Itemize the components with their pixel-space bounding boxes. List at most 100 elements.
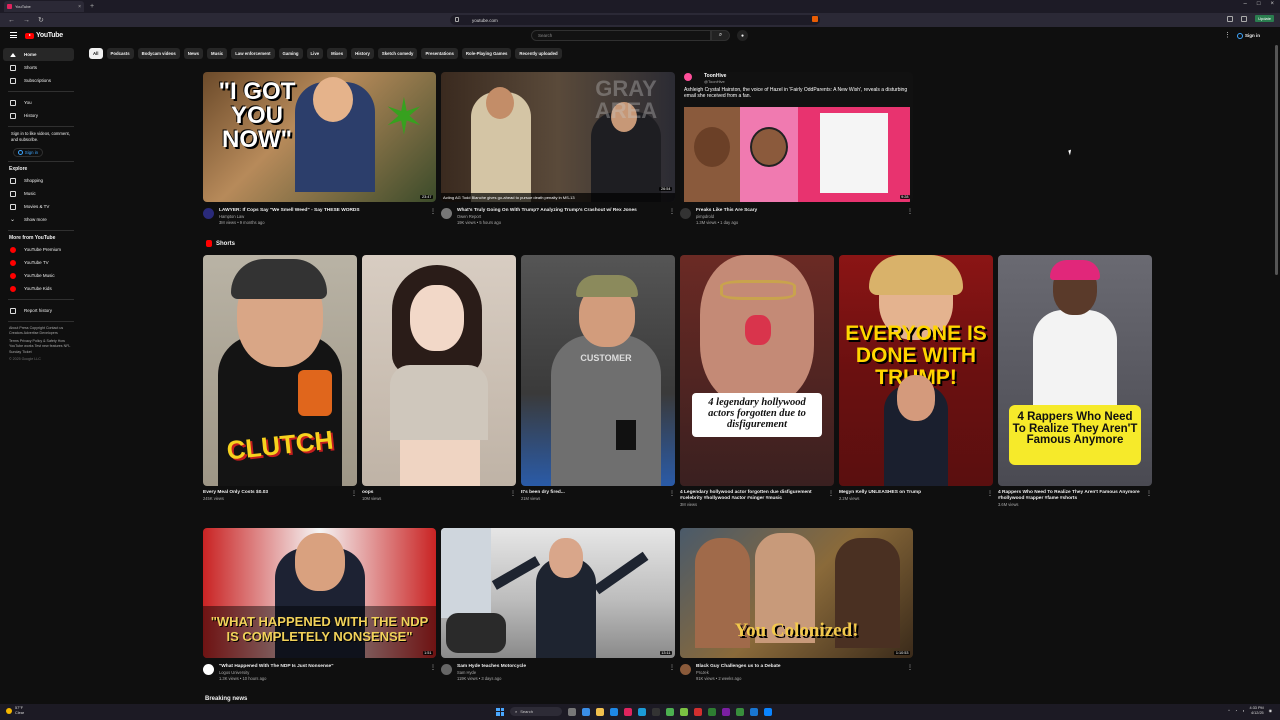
sidebar-item-report-history[interactable]: Report history (0, 304, 80, 317)
search-input[interactable]: Search (531, 30, 711, 41)
filter-chip[interactable]: Presentations (421, 48, 458, 59)
video-thumbnail[interactable]: "WHAT HAPPENED WITH THE NDP IS COMPLETEL… (203, 528, 436, 658)
app-icon[interactable] (582, 707, 590, 716)
short-thumbnail[interactable] (362, 255, 516, 486)
hamburger-menu-icon[interactable] (10, 32, 17, 40)
sidebar-item-shopping[interactable]: Shopping (0, 174, 80, 187)
short-card[interactable]: oops 10M views ⋮ (362, 255, 516, 502)
filter-chip[interactable]: History (351, 48, 374, 59)
file-explorer-icon[interactable] (596, 707, 604, 716)
filter-chip[interactable]: News (183, 48, 203, 59)
sidebar-toggle-icon[interactable] (1227, 15, 1234, 22)
close-window-icon[interactable]: × (1270, 1, 1274, 7)
app-icon[interactable] (708, 707, 716, 716)
filter-chip[interactable]: Role-Playing Games (461, 48, 512, 59)
short-title[interactable]: 4 Legendary hollywood actor forgotten du… (680, 490, 828, 502)
clock[interactable]: 4:33 PM 4/12/25 (1250, 706, 1264, 715)
short-card[interactable]: EVERYONE IS DONE WITH TRUMP! Megyn Kelly… (839, 255, 993, 502)
header-signin-button[interactable]: Sign in (1237, 31, 1260, 40)
chevron-up-icon[interactable]: ^ (1228, 709, 1230, 713)
video-menu-icon[interactable]: ⋮ (430, 208, 436, 225)
notification-icon[interactable]: ◉ (1269, 708, 1272, 713)
edge-icon[interactable] (610, 707, 618, 716)
channel-avatar[interactable] (203, 664, 214, 675)
page-scrollbar[interactable] (1275, 45, 1278, 275)
filter-chip[interactable]: Recently uploaded (515, 48, 562, 59)
settings-kebab-icon[interactable]: ⋮ (1224, 31, 1231, 39)
back-icon[interactable]: ← (8, 17, 15, 24)
sidebar-item-history[interactable]: History (0, 109, 80, 122)
short-title[interactable]: 4 Rappers Who Need To Realize They Aren'… (998, 490, 1146, 502)
short-thumbnail[interactable]: EVERYONE IS DONE WITH TRUMP! (839, 255, 993, 486)
video-menu-icon[interactable]: ⋮ (669, 208, 675, 225)
sidebar-item-you[interactable]: You (0, 96, 80, 109)
footer-links-1[interactable]: About Press Copyright Contact us Creator… (0, 326, 72, 337)
footer-links-2[interactable]: Terms Privacy Policy & Safety How YouTub… (0, 339, 72, 355)
video-menu-icon[interactable]: ⋮ (907, 664, 913, 681)
short-thumbnail[interactable]: CUSTOMER (521, 255, 675, 486)
channel-avatar[interactable] (680, 664, 691, 675)
site-info-icon[interactable] (455, 17, 459, 22)
app-icon[interactable] (736, 707, 744, 716)
channel-avatar[interactable] (203, 208, 214, 219)
short-card[interactable]: 4 Rappers Who Need To Realize They Aren'… (998, 255, 1152, 508)
volume-icon[interactable]: ◖ (1242, 709, 1244, 713)
new-tab-button[interactable]: + (90, 3, 94, 10)
video-menu-icon[interactable]: ⋮ (430, 664, 436, 681)
reload-icon[interactable]: ↻ (38, 16, 44, 24)
weather-widget[interactable]: 57°F Clear (6, 706, 24, 715)
sidebar-item-home[interactable]: Home (3, 48, 74, 61)
video-card[interactable]: GRAY AREA Acting AG Todd Blanche gives g… (441, 72, 675, 225)
app-icon[interactable] (652, 707, 660, 716)
sidebar-item-yt-music[interactable]: YouTube Music (0, 269, 80, 282)
youtube-logo[interactable]: YouTube (25, 32, 63, 39)
video-card[interactable]: ToonHive @ToonHive Ashleigh Crystal Hair… (680, 72, 913, 225)
sidebar-item-show-more[interactable]: ⌄ Show more (0, 213, 80, 226)
forward-icon[interactable]: → (23, 17, 30, 24)
browser-tab[interactable]: YouTube × (4, 1, 84, 12)
app-icon[interactable] (666, 707, 674, 716)
sidebar-item-movies[interactable]: Movies & TV (0, 200, 80, 213)
short-card[interactable]: CUSTOMER It's been dry fired... 21M view… (521, 255, 675, 502)
short-menu-icon[interactable]: ⋮ (987, 490, 993, 502)
video-card[interactable]: ✶ "I GOT YOU NOW" 23:47 LAWYER: If Cops … (203, 72, 436, 225)
update-button[interactable]: Update (1255, 15, 1274, 22)
short-card[interactable]: CLUTCH Every Meal Only Costs $0.03 245K … (203, 255, 357, 502)
filter-chip[interactable]: Gaming (278, 48, 303, 59)
short-menu-icon[interactable]: ⋮ (351, 490, 357, 502)
sidebar-item-kids[interactable]: YouTube Kids (0, 282, 80, 295)
search-button[interactable]: ⌕ (711, 30, 730, 41)
app-icon[interactable] (764, 707, 772, 716)
video-thumbnail[interactable]: 13:11 (441, 528, 675, 658)
video-thumbnail[interactable]: You Colonized! 1:10:53 (680, 528, 913, 658)
short-thumbnail[interactable]: 4 legendary hollywood actors forgotten d… (680, 255, 834, 486)
short-menu-icon[interactable]: ⋮ (669, 490, 675, 502)
task-view-icon[interactable] (568, 707, 576, 716)
filter-chip[interactable]: Music (207, 48, 228, 59)
short-menu-icon[interactable]: ⋮ (510, 490, 516, 502)
app-icon[interactable] (694, 707, 702, 716)
filter-chip[interactable]: Live (306, 48, 324, 59)
video-thumbnail[interactable]: ✶ "I GOT YOU NOW" 23:47 (203, 72, 436, 202)
short-menu-icon[interactable]: ⋮ (828, 490, 834, 508)
extension-icon[interactable] (812, 16, 818, 22)
wifi-icon[interactable]: ◔ (1235, 709, 1237, 713)
minimize-icon[interactable]: – (1244, 1, 1247, 7)
taskbar-search[interactable]: ⌕ Search (510, 707, 562, 716)
sidebar-item-music[interactable]: Music (0, 187, 80, 200)
url-field[interactable]: youtube.com (450, 15, 820, 25)
video-thumbnail[interactable]: GRAY AREA Acting AG Todd Blanche gives g… (441, 72, 675, 202)
sidebar-signin-button[interactable]: Sign in (13, 148, 43, 157)
video-card[interactable]: 13:11 Sam Hyde teaches Motorcycle Sam Hy… (441, 528, 675, 681)
video-card[interactable]: You Colonized! 1:10:53 Black Guy Challen… (680, 528, 913, 681)
filter-chip[interactable]: Podcasts (106, 48, 134, 59)
sidebar-item-premium[interactable]: YouTube Premium (0, 243, 80, 256)
channel-avatar[interactable] (441, 208, 452, 219)
short-menu-icon[interactable]: ⋮ (1146, 490, 1152, 508)
channel-avatar[interactable] (441, 664, 452, 675)
voice-search-button[interactable]: ● (737, 30, 748, 41)
app-icon[interactable] (638, 707, 646, 716)
sidebar-item-tv[interactable]: YouTube TV (0, 256, 80, 269)
channel-avatar[interactable] (680, 208, 691, 219)
video-menu-icon[interactable]: ⋮ (669, 664, 675, 681)
